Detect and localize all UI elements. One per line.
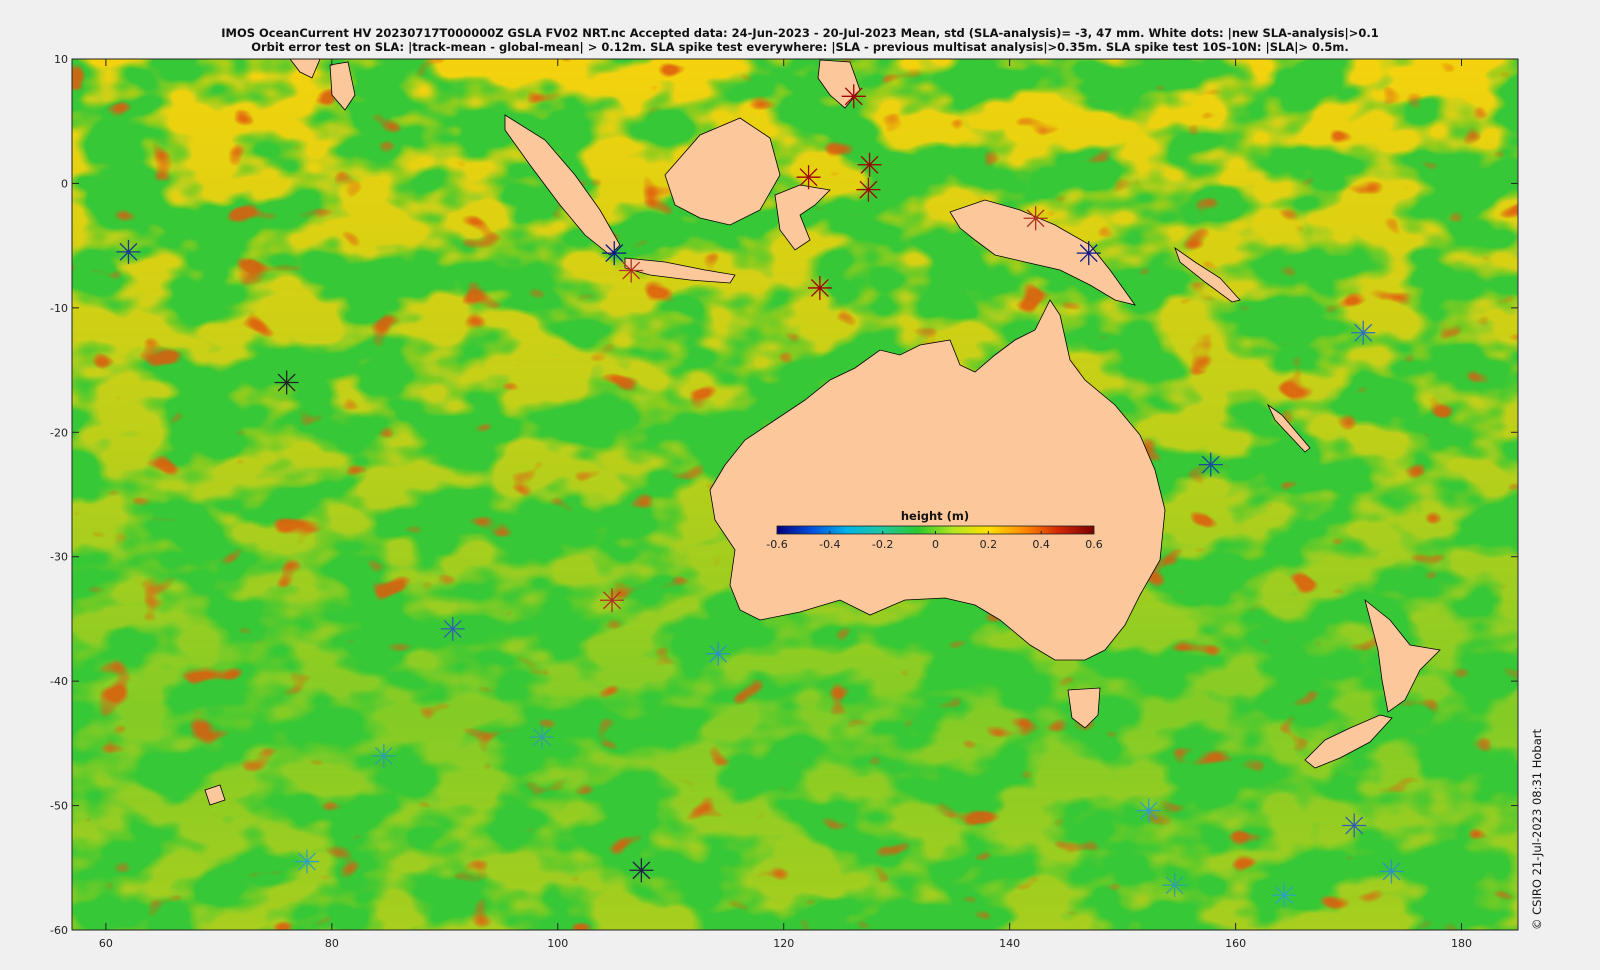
qc-star-marker (629, 858, 654, 883)
qc-star-marker (529, 725, 554, 750)
qc-star-marker (274, 370, 299, 395)
qc-star-marker (1342, 813, 1367, 838)
x-tick-label: 120 (773, 937, 794, 950)
qc-star-marker (1198, 452, 1223, 477)
map-figure: 60 80 100 120 140 160 180100-10-20-30-40-50-60… (50, 53, 1519, 950)
colorbar-tick-label: 0 (932, 538, 939, 551)
qc-star-marker (1023, 206, 1048, 231)
colorbar-tick-label: 0.6 (1085, 538, 1103, 551)
x-tick-label: 140 (999, 937, 1020, 950)
x-tick-label: 160 (1225, 937, 1246, 950)
y-tick-label: -40 (50, 675, 68, 688)
qc-star-marker (1272, 883, 1297, 908)
y-tick-label: -20 (50, 426, 68, 439)
qc-star-marker (807, 275, 832, 300)
x-tick-label: 100 (547, 937, 568, 950)
colorbar-tick-label: 0.4 (1032, 538, 1050, 551)
y-tick-label: -50 (50, 800, 68, 813)
qc-star-marker (841, 84, 866, 109)
y-tick-label: 10 (54, 53, 68, 66)
y-tick-label: -10 (50, 302, 68, 315)
colorbar-title: height (m) (901, 509, 969, 523)
qc-star-marker (706, 641, 731, 666)
qc-star-marker (1379, 859, 1404, 884)
qc-star-marker (371, 743, 396, 768)
qc-star-marker (856, 177, 881, 202)
qc-star-marker (857, 152, 882, 177)
qc-star-marker (599, 588, 624, 613)
y-tick-label: -60 (50, 924, 68, 937)
colorbar-tick-label: -0.6 (766, 538, 787, 551)
qc-star-marker (440, 616, 465, 641)
qc-star-marker (116, 239, 141, 264)
qc-star-marker (1162, 873, 1187, 898)
map-plot-area (72, 59, 1518, 930)
qc-star-marker (619, 258, 644, 283)
qc-star-marker (1076, 241, 1101, 266)
colorbar-tick-label: 0.2 (980, 538, 998, 551)
y-tick-label: -30 (50, 551, 68, 564)
credit-stamp: © CSIRO 21-Jul-2023 08:31 Hobart (1530, 728, 1544, 930)
colorbar-tick-label: -0.2 (872, 538, 893, 551)
qc-star-marker (1136, 798, 1161, 823)
colorbar-tick-label: -0.4 (819, 538, 840, 551)
x-tick-label: 60 (99, 937, 113, 950)
y-tick-label: 0 (61, 177, 68, 190)
qc-star-marker (1351, 320, 1376, 345)
x-tick-label: 180 (1451, 937, 1472, 950)
x-tick-label: 80 (325, 937, 339, 950)
qc-star-marker (294, 849, 319, 874)
qc-star-marker (602, 241, 627, 266)
qc-star-marker (796, 165, 821, 190)
